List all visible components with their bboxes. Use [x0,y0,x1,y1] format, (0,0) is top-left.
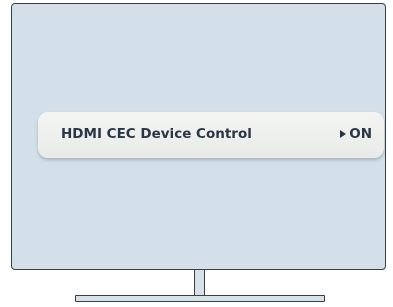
setting-label: HDMI CEC Device Control [61,126,252,142]
hdmi-cec-setting-row[interactable]: HDMI CEC Device Control ON [38,112,384,158]
tv-stand-neck [194,270,205,297]
setting-value-toggle[interactable]: ON [340,126,372,142]
tv-stand-base [75,295,325,302]
right-arrow-icon [340,130,347,138]
tv-screen: HDMI CEC Device Control ON [11,3,386,270]
setting-value-text: ON [349,126,372,142]
